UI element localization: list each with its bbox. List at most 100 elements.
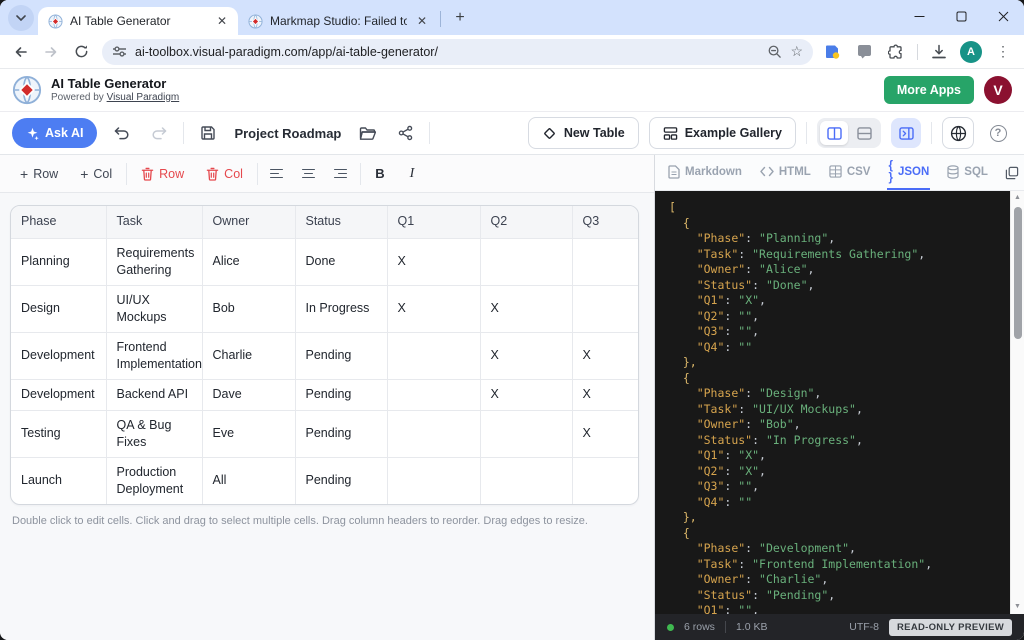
column-header[interactable]: Q3 [572, 206, 638, 238]
user-avatar[interactable]: V [984, 76, 1012, 104]
document-title[interactable]: Project Roadmap [234, 126, 341, 141]
add-row-button[interactable]: +Row [12, 161, 66, 187]
table-cell[interactable]: Charlie [202, 332, 295, 379]
table-cell[interactable]: In Progress [295, 285, 387, 332]
table-cell[interactable]: X [480, 379, 572, 410]
table-cell[interactable]: Pending [295, 410, 387, 457]
url-text[interactable]: ai-toolbox.visual-paradigm.com/app/ai-ta… [135, 45, 759, 59]
scroll-down-icon[interactable]: ▼ [1014, 600, 1021, 614]
table-cell[interactable]: All [202, 457, 295, 504]
align-center-icon[interactable] [296, 161, 322, 187]
align-left-icon[interactable] [264, 161, 290, 187]
italic-button[interactable]: I [399, 161, 425, 187]
table-cell[interactable]: Launch [11, 457, 106, 504]
notes-extension-icon[interactable] [853, 41, 875, 63]
table-cell[interactable] [387, 332, 480, 379]
table-cell[interactable] [387, 379, 480, 410]
new-tab-button[interactable]: + [447, 5, 473, 31]
scrollbar-thumb[interactable] [1014, 207, 1022, 339]
table-cell[interactable]: Frontend Implementation [106, 332, 202, 379]
table-cell[interactable] [480, 410, 572, 457]
align-right-icon[interactable] [328, 161, 354, 187]
visual-paradigm-link[interactable]: Visual Paradigm [107, 92, 180, 103]
table-cell[interactable] [480, 457, 572, 504]
help-icon[interactable]: ? [984, 119, 1012, 147]
column-header[interactable]: Phase [11, 206, 106, 238]
table-cell[interactable]: Bob [202, 285, 295, 332]
site-settings-icon[interactable] [112, 45, 127, 58]
tab-html[interactable]: HTML [759, 155, 812, 190]
scroll-up-icon[interactable]: ▲ [1014, 191, 1021, 205]
table-cell[interactable]: X [572, 332, 638, 379]
ask-ai-button[interactable]: Ask AI [12, 118, 97, 148]
redo-icon[interactable] [145, 119, 173, 147]
table-cell[interactable]: Development [11, 379, 106, 410]
column-header[interactable]: Q1 [387, 206, 480, 238]
url-bar[interactable]: ai-toolbox.visual-paradigm.com/app/ai-ta… [102, 39, 813, 65]
table-cell[interactable]: Eve [202, 410, 295, 457]
code-scrollbar[interactable]: ▲ ▼ [1010, 191, 1024, 614]
table-cell[interactable]: Pending [295, 457, 387, 504]
copy-icon[interactable] [1005, 166, 1019, 180]
split-horizontal-icon[interactable] [850, 121, 878, 145]
extensions-puzzle-icon[interactable] [885, 41, 907, 63]
minimize-button[interactable] [898, 0, 940, 32]
download-icon[interactable] [928, 41, 950, 63]
table-cell[interactable]: Production Deployment [106, 457, 202, 504]
table-cell[interactable]: Testing [11, 410, 106, 457]
tab-close-icon[interactable]: ✕ [414, 13, 430, 29]
table-cell[interactable]: UI/UX Mockups [106, 285, 202, 332]
forward-button[interactable] [38, 39, 64, 65]
table-cell[interactable] [387, 410, 480, 457]
table-cell[interactable]: X [480, 332, 572, 379]
column-header[interactable]: Owner [202, 206, 295, 238]
table-cell[interactable]: Pending [295, 379, 387, 410]
browser-profile-avatar[interactable]: A [960, 41, 982, 63]
table-cell[interactable]: Planning [11, 238, 106, 285]
delete-row-button[interactable]: Row [133, 161, 192, 187]
tab-json[interactable]: { } JSON [887, 155, 930, 190]
tab-csv[interactable]: CSV [828, 155, 872, 190]
table-cell[interactable]: Requirements Gathering [106, 238, 202, 285]
table-cell[interactable]: X [572, 379, 638, 410]
save-icon[interactable] [194, 119, 222, 147]
bold-button[interactable]: B [367, 161, 393, 187]
zoom-out-icon[interactable] [767, 44, 782, 59]
add-col-button[interactable]: +Col [72, 161, 120, 187]
table-cell[interactable] [572, 285, 638, 332]
close-window-button[interactable] [982, 0, 1024, 32]
table-cell[interactable]: X [572, 410, 638, 457]
table-cell[interactable] [572, 457, 638, 504]
table-cell[interactable] [480, 238, 572, 285]
open-folder-icon[interactable] [353, 119, 381, 147]
table-cell[interactable]: Backend API [106, 379, 202, 410]
browser-menu-icon[interactable]: ⋮ [992, 41, 1014, 63]
table-cell[interactable]: Pending [295, 332, 387, 379]
tab-close-icon[interactable]: ✕ [214, 13, 230, 29]
toggle-right-panel-icon[interactable] [891, 118, 921, 148]
tab-markdown[interactable]: Markdown [667, 155, 743, 190]
column-header[interactable]: Status [295, 206, 387, 238]
browser-tab-active[interactable]: AI Table Generator ✕ [38, 7, 238, 35]
table-cell[interactable]: Done [295, 238, 387, 285]
undo-icon[interactable] [107, 119, 135, 147]
back-button[interactable] [8, 39, 34, 65]
maximize-button[interactable] [940, 0, 982, 32]
table-cell[interactable] [572, 238, 638, 285]
column-header[interactable]: Task [106, 206, 202, 238]
lens-extension-icon[interactable] [821, 41, 843, 63]
split-vertical-icon[interactable] [820, 121, 848, 145]
table-cell[interactable]: Development [11, 332, 106, 379]
code-content[interactable]: [ { "Phase": "Planning", "Task": "Requir… [655, 191, 1010, 614]
browser-tab-inactive[interactable]: Markmap Studio: Failed to ope ✕ [238, 7, 438, 35]
table-cell[interactable]: X [480, 285, 572, 332]
table-cell[interactable]: X [387, 285, 480, 332]
bookmark-star-icon[interactable]: ☆ [790, 43, 803, 60]
table-cell[interactable]: Alice [202, 238, 295, 285]
share-icon[interactable] [391, 119, 419, 147]
new-table-button[interactable]: New Table [528, 117, 639, 149]
table-cell[interactable]: X [387, 238, 480, 285]
more-apps-button[interactable]: More Apps [884, 76, 974, 104]
delete-col-button[interactable]: Col [198, 161, 251, 187]
language-globe-icon[interactable] [942, 117, 974, 149]
